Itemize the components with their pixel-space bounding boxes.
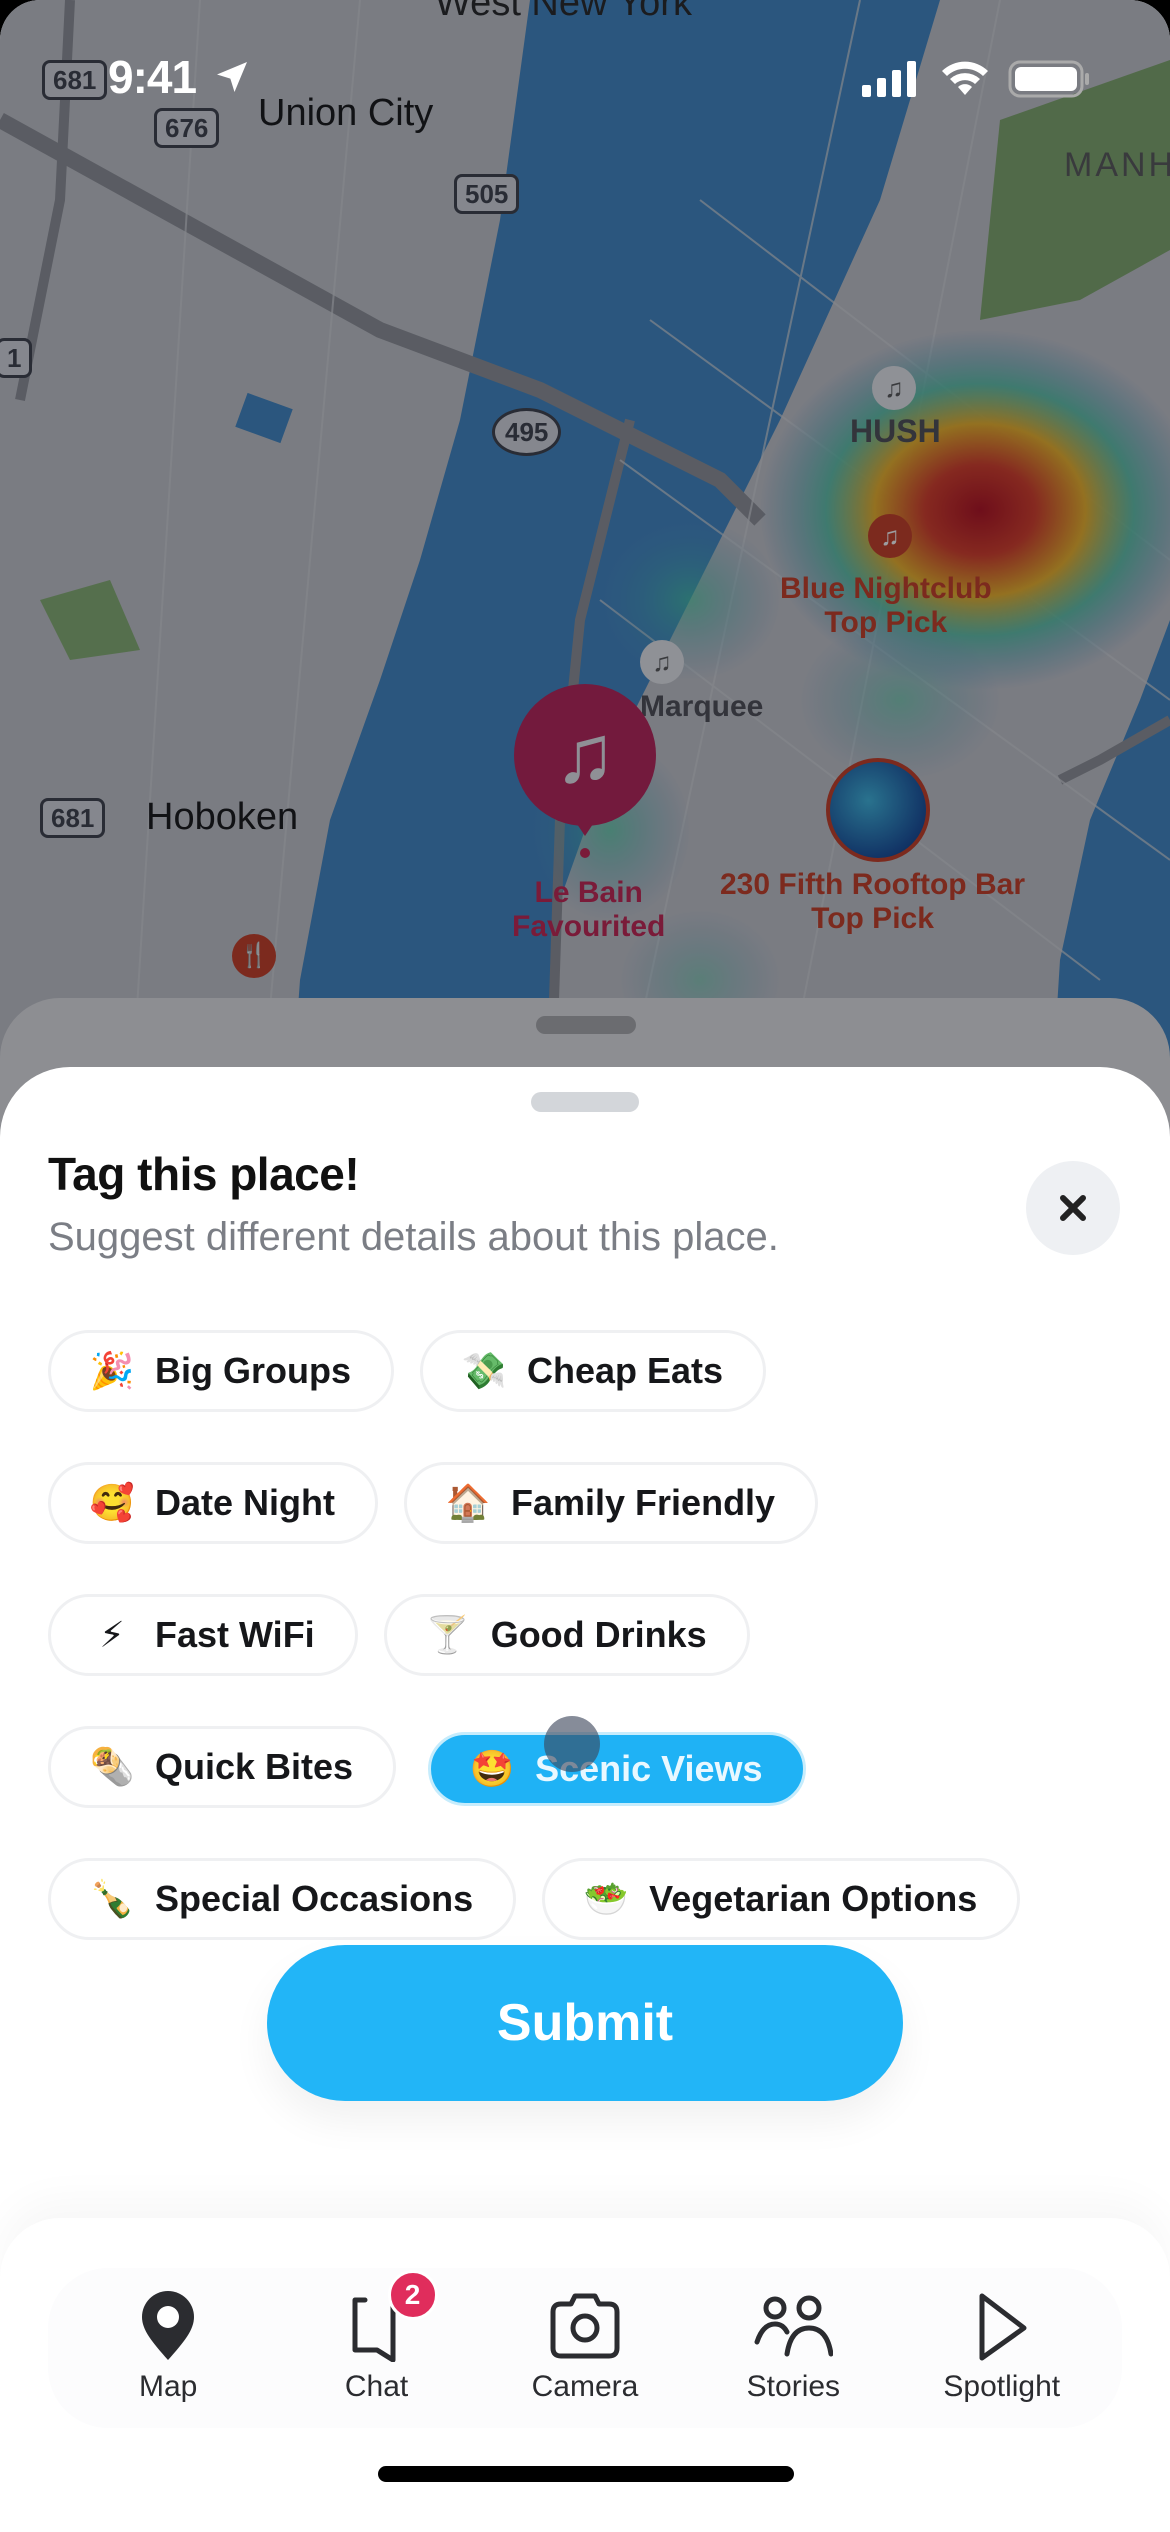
tag-chip-cheap-eats[interactable]: 💸 Cheap Eats — [420, 1330, 767, 1412]
map-label-west-new-york: West New York — [435, 0, 692, 24]
tag-chip-vegetarian-options[interactable]: 🥗 Vegetarian Options — [542, 1858, 1021, 1940]
route-shield-495: 495 — [492, 408, 562, 456]
bottom-nav: Map 2 Chat Camera Stories Spotlight — [0, 2218, 1170, 2532]
nav-label: Stories — [746, 2370, 841, 2403]
submit-button[interactable]: Submit — [267, 1945, 903, 2101]
bottom-nav-bar: Map 2 Chat Camera Stories Spotlight — [48, 2268, 1122, 2428]
burrito-icon: 🌯 — [89, 1747, 135, 1788]
rooftop-bar-thumbnail[interactable] — [826, 758, 930, 862]
tag-chip-big-groups[interactable]: 🎉 Big Groups — [48, 1330, 394, 1412]
place-rooftop-bar[interactable]: 230 Fifth Rooftop Bar Top Pick — [720, 868, 1025, 936]
close-button[interactable] — [1026, 1161, 1120, 1255]
place-tag: Favourited — [512, 910, 666, 943]
touch-indicator — [544, 1716, 600, 1772]
nav-label: Camera — [531, 2370, 639, 2403]
place-name: Blue Nightclub — [780, 572, 992, 605]
time-text: 9:41 — [108, 51, 197, 103]
le-bain-pin[interactable]: ♫ — [514, 684, 656, 836]
music-venue-icon[interactable]: ♫ — [868, 514, 912, 558]
home-indicator[interactable] — [378, 2466, 794, 2482]
cocktail-icon: 🍸 — [425, 1615, 471, 1656]
place-name: 230 Fifth Rooftop Bar — [720, 868, 1025, 901]
status-icons — [862, 60, 1090, 98]
tag-chip-date-night[interactable]: 🥰 Date Night — [48, 1462, 378, 1544]
chip-row: 🎉 Big Groups 💸 Cheap Eats — [48, 1330, 1128, 1412]
map-label-manhattan: MANH — [1064, 146, 1170, 184]
tag-chip-quick-bites[interactable]: 🌯 Quick Bites — [48, 1726, 397, 1808]
chip-label: Cheap Eats — [527, 1350, 724, 1391]
nav-item-stories[interactable]: Stories — [698, 2268, 888, 2428]
chip-label: Big Groups — [155, 1350, 351, 1391]
tag-chip-good-drinks[interactable]: 🍸 Good Drinks — [383, 1594, 750, 1676]
wifi-icon — [942, 61, 988, 95]
status-bar: 9:41 — [0, 40, 1170, 120]
tag-chip-list: 🎉 Big Groups 💸 Cheap Eats 🥰 Date Night 🏠… — [48, 1330, 1128, 1990]
champagne-icon: 🍾 — [89, 1879, 135, 1920]
place-blue-nightclub[interactable]: Blue Nightclub Top Pick — [780, 572, 992, 640]
sheet-handle-behind[interactable] — [536, 1016, 636, 1034]
cellular-signal-icon — [862, 61, 916, 97]
salad-icon: 🥗 — [583, 1879, 629, 1920]
chat-unread-badge: 2 — [387, 2270, 438, 2320]
map-view[interactable]: West New York Union City Hoboken MANH 68… — [0, 0, 1170, 1120]
chip-label: Date Night — [155, 1482, 335, 1523]
chip-label: Good Drinks — [490, 1614, 707, 1655]
pin-dot — [580, 848, 590, 858]
tag-chip-scenic-views[interactable]: 🤩 Scenic Views — [428, 1732, 806, 1806]
smiling-hearts-icon: 🥰 — [89, 1483, 135, 1524]
nav-item-chat[interactable]: 2 Chat — [282, 2268, 472, 2428]
place-tag: Top Pick — [811, 902, 934, 935]
place-marquee[interactable]: Marquee — [640, 690, 763, 724]
camera-icon — [550, 2293, 620, 2359]
chip-label: Fast WiFi — [155, 1614, 315, 1655]
route-shield-681-hoboken: 681 — [40, 798, 106, 838]
nav-item-spotlight[interactable]: Spotlight — [907, 2268, 1097, 2428]
sheet-drag-handle[interactable] — [531, 1092, 639, 1112]
star-struck-icon: 🤩 — [469, 1749, 515, 1790]
battery-icon — [1008, 60, 1089, 98]
music-venue-icon[interactable]: ♫ — [872, 366, 916, 410]
place-le-bain[interactable]: Le Bain Favourited — [512, 876, 665, 944]
money-wings-icon: 💸 — [461, 1351, 507, 1392]
chip-label: Vegetarian Options — [649, 1878, 978, 1919]
tag-chip-family-friendly[interactable]: 🏠 Family Friendly — [404, 1462, 819, 1544]
map-pin-icon — [142, 2291, 195, 2360]
place-hush[interactable]: HUSH — [850, 414, 941, 448]
location-arrow-icon — [216, 62, 247, 92]
music-note-icon: ♫ — [554, 709, 616, 800]
house-icon: 🏠 — [445, 1483, 491, 1524]
route-shield-1: 1 — [0, 338, 33, 378]
tag-chip-fast-wifi[interactable]: ⚡ Fast WiFi — [48, 1594, 358, 1676]
route-shield-505: 505 — [454, 174, 520, 214]
lightning-icon: ⚡ — [99, 1614, 125, 1656]
chip-row: 🥰 Date Night 🏠 Family Friendly — [48, 1462, 1128, 1544]
chip-row: ⚡ Fast WiFi 🍸 Good Drinks — [48, 1594, 1128, 1676]
nav-label: Chat — [344, 2370, 409, 2403]
chip-label: Special Occasions — [155, 1878, 474, 1919]
nav-item-map[interactable]: Map — [73, 2268, 263, 2428]
map-label-hoboken: Hoboken — [146, 796, 299, 838]
nav-label: Map — [139, 2370, 198, 2403]
map-base — [0, 0, 1170, 1120]
party-popper-icon: 🎉 — [89, 1351, 135, 1392]
chip-row: 🍾 Special Occasions 🥗 Vegetarian Options — [48, 1858, 1128, 1940]
restaurant-icon[interactable]: 🍴 — [232, 934, 276, 978]
place-name: Le Bain — [534, 876, 643, 909]
chip-label: Quick Bites — [155, 1746, 354, 1787]
sheet-title: Tag this place! — [48, 1148, 360, 1200]
spotlight-play-icon — [979, 2293, 1027, 2361]
nav-item-camera[interactable]: Camera — [490, 2268, 680, 2428]
close-icon — [1060, 1195, 1086, 1221]
chip-label: Family Friendly — [511, 1482, 776, 1523]
nav-label: Spotlight — [943, 2370, 1061, 2403]
tag-chip-special-occasions[interactable]: 🍾 Special Occasions — [48, 1858, 517, 1940]
status-time: 9:41 — [108, 50, 252, 104]
music-venue-icon[interactable]: ♫ — [640, 640, 684, 684]
sheet-subtitle: Suggest different details about this pla… — [48, 1215, 779, 1259]
place-tag: Top Pick — [824, 606, 948, 639]
stories-people-icon — [754, 2295, 834, 2357]
